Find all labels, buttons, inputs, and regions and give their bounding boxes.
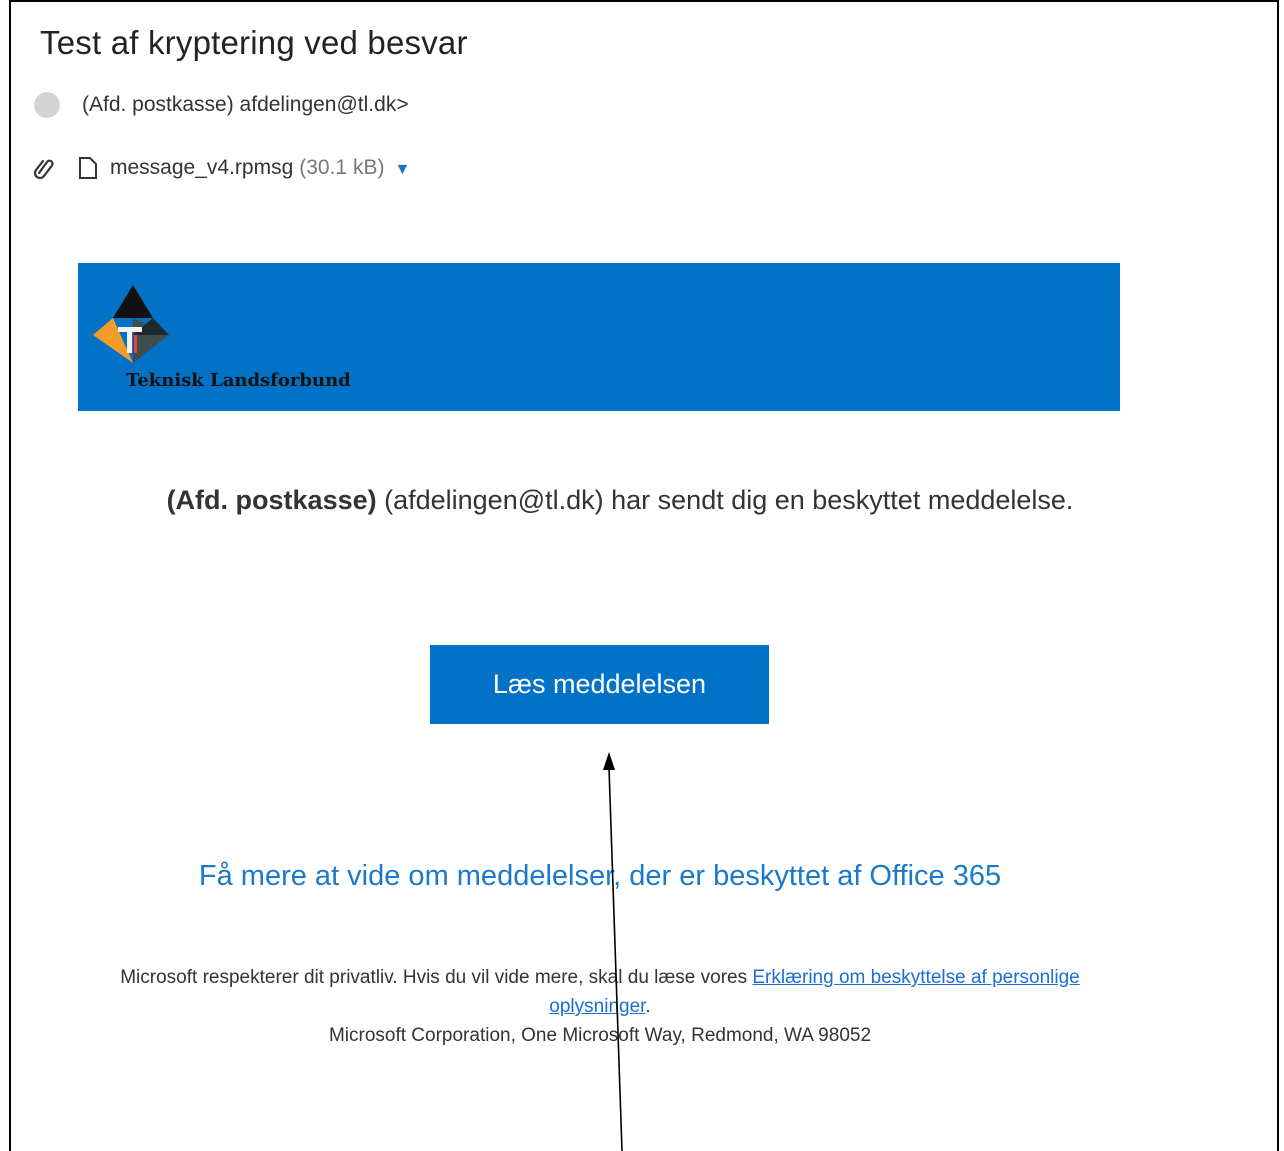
sender-address[interactable]: (Afd. postkasse) afdelingen@tl.dk>	[82, 93, 409, 117]
attachment-size: (30.1 kB)	[299, 156, 385, 179]
attachment-filename[interactable]: message_v4.rpmsg	[110, 156, 293, 180]
paperclip-icon	[32, 156, 56, 180]
company-address: Microsoft Corporation, One Microsoft Way…	[328, 1025, 872, 1046]
learn-more-link[interactable]: Få mere at vide om meddelelser, der er b…	[0, 860, 1200, 893]
file-icon	[78, 156, 98, 180]
message-subject: Test af kryptering ved besvar	[40, 24, 468, 61]
read-message-button[interactable]: Læs meddelelsen	[430, 645, 769, 724]
sender-row: (Afd. postkasse) afdelingen@tl.dk>	[34, 92, 409, 118]
attachment-row: message_v4.rpmsg (30.1 kB) ▼	[32, 156, 410, 180]
privacy-end: .	[645, 996, 651, 1017]
chevron-down-icon[interactable]: ▼	[394, 161, 410, 179]
teknisk-landsforbund-logo	[93, 283, 173, 373]
privacy-text: Microsoft respekterer dit privatliv. Hvi…	[120, 967, 753, 988]
notice-sender-name: (Afd. postkasse)	[166, 485, 377, 515]
protected-message-notice: (Afd. postkasse) (afdelingen@tl.dk) har …	[150, 482, 1090, 518]
avatar[interactable]	[34, 92, 60, 118]
org-name: Teknisk Landsforbund	[126, 370, 351, 391]
notice-text: (afdelingen@tl.dk) har sendt dig en besk…	[376, 485, 1074, 515]
privacy-footer: Microsoft respekterer dit privatliv. Hvi…	[80, 963, 1120, 1050]
brand-banner: Teknisk Landsforbund	[78, 263, 1120, 411]
